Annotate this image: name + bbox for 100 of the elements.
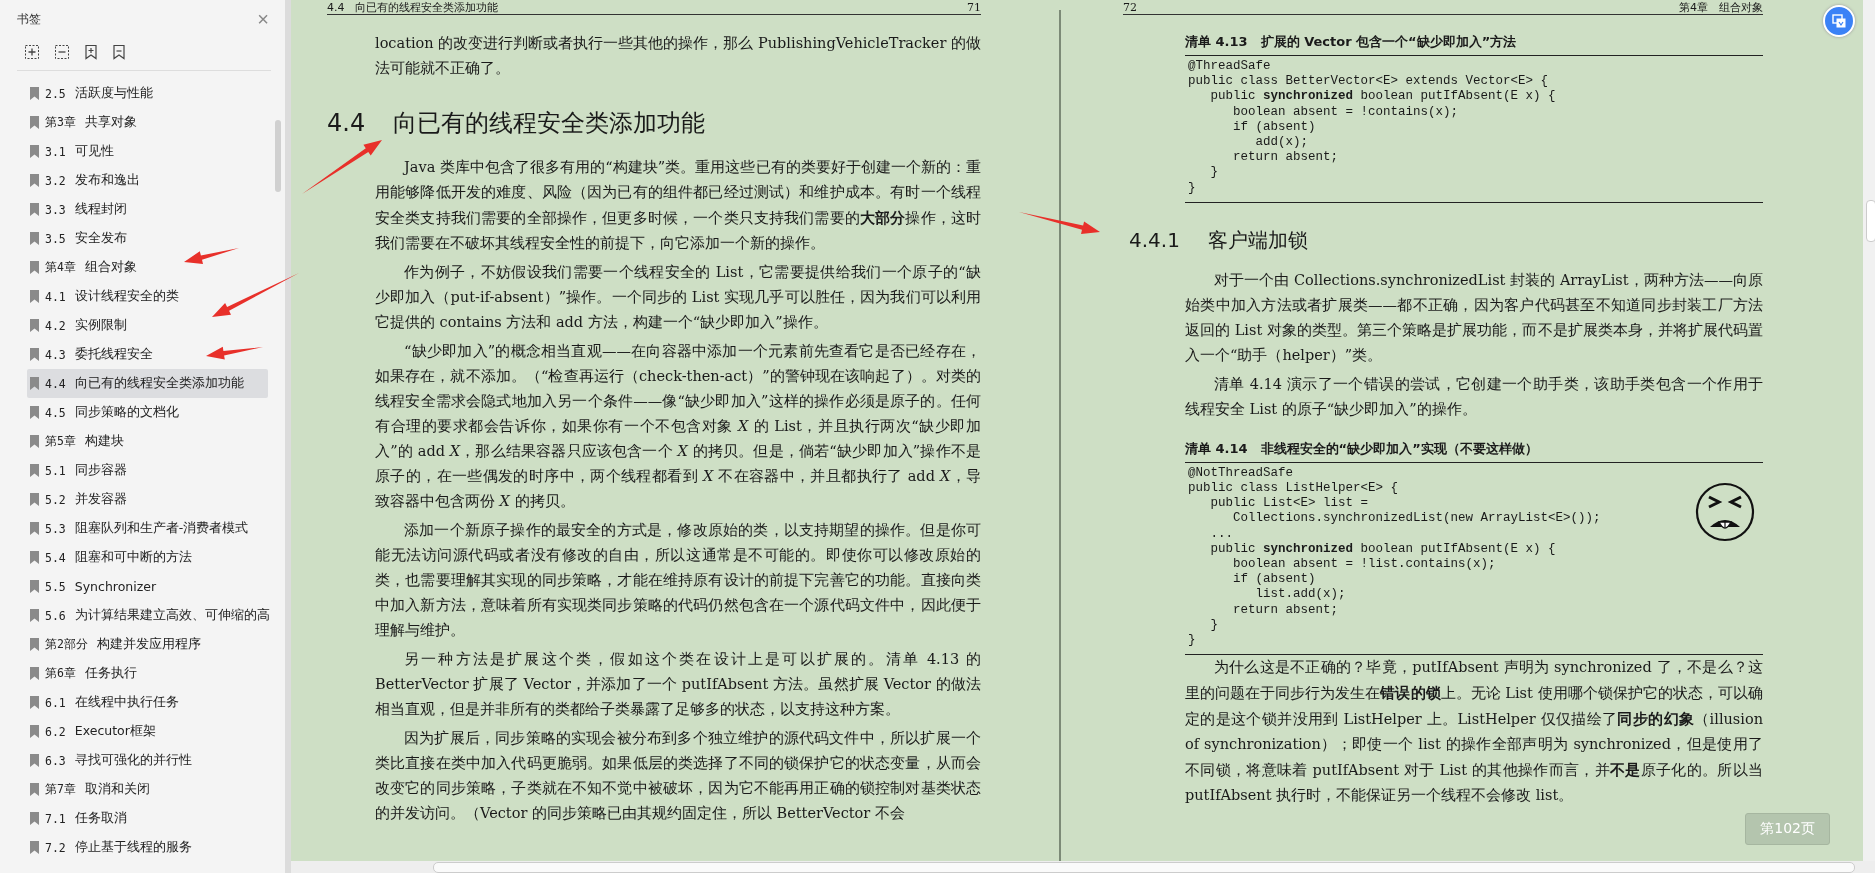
- bookmark-icon: [30, 696, 39, 709]
- running-header: 4.4 向已有的线程安全类添加功能: [327, 1, 499, 14]
- bookmark-icon: [30, 406, 39, 419]
- section-heading: 向已有的线程安全类添加功能: [393, 108, 706, 139]
- paragraph: 对于一个由 Collections.synchronizedList 封装的 ArrayList，两种方法——向原始类中加入方法或者扩展类——都不正确，因为客户代码甚至不知道同步封装工厂方法返回的 List 对象的类型。第三个策略是扩展功能，而不是扩展类本身，并将扩展代码置入一个“助手（helper）”类。: [1185, 270, 1763, 365]
- bookmark-icon: [30, 580, 39, 593]
- code-line: }: [1209, 617, 1219, 634]
- running-header: 第4章 组合对象: [1679, 1, 1763, 14]
- code-line: }: [1209, 165, 1219, 181]
- code-line: @ThreadSafe: [1188, 59, 1272, 75]
- code-line: if (absent): [1232, 119, 1317, 135]
- bookmark-item[interactable]: 5.3 阻塞队列和生产者-消费者模式: [27, 514, 268, 543]
- bookmark-icon: [30, 435, 39, 448]
- bookmark-icon: [30, 377, 39, 390]
- bookmark-item[interactable]: 6.3 寻找可强化的并行性: [27, 746, 268, 775]
- bookmark-item[interactable]: 3.3 线程封闭: [27, 195, 268, 224]
- bookmark-icon: [30, 783, 39, 796]
- code-line: return absent;: [1232, 150, 1340, 166]
- listing-caption: 清单 4.13 扩展的 Vector 包含一个“缺少即加入”方法: [1185, 33, 1763, 56]
- bookmark-item[interactable]: 3.2 发布和逸出: [27, 166, 268, 195]
- bookmark-icon: [30, 261, 39, 274]
- code-line: public List<E> list =: [1209, 496, 1370, 512]
- section-heading: 客户端加锁: [1207, 226, 1308, 254]
- bookmark-item[interactable]: 第4章 组合对象: [27, 253, 268, 282]
- paragraph: 因为扩展后，同步策略的实现会被分布到多个独立维护的源代码文件中，所以扩展一个类比直接在类中加入代码更脆弱。如果低层的类选择了不同的锁保护它的状态变量，从而会改变它的同步策略，子类就在不知不觉中被破坏，因为它不能再用正确的锁控制对基类状态的并发访问。（Vector 的同步策略已由其规约固定住，所以 BetterVector 不会: [375, 729, 981, 823]
- page-number: 72: [1123, 1, 1137, 14]
- bookmark-item[interactable]: 4.4 向已有的线程安全类添加功能: [27, 369, 268, 398]
- bookmark-item[interactable]: 第7章 取消和关闭: [27, 775, 268, 804]
- expand-all-icon[interactable]: [24, 44, 40, 60]
- add-bookmark-icon[interactable]: [84, 44, 98, 60]
- scrollbar-thumb[interactable]: [1866, 200, 1875, 242]
- paragraph: 作为例子，不妨假设我们需要一个线程安全的 List，它需要提供给我们一个原子的“缺少即加入（put-if-absent）”操作。一个同步的 List 实现几乎可以胜任，因为我们可以利用它提供的 contains 方法和 add 方法，构建一个“缺少即加入”操作。: [375, 263, 981, 332]
- bookmark-item[interactable]: 6.2 Executor框架: [27, 717, 268, 746]
- paragraph: Java 类库中包含了很多有用的“构建块”类。重用这些已有的类要好于创建一个新的：重用能够降低开发的难度、风险（因为已有的组件都已经过测试）和维护成本。有时一个线程安全类支持我们需要的全部操作，但更多时候，一个类只支持我们需要的大部分操作，这时我们需要在不破坏其线程安全性的前提下，向它添加一个新的操作。: [375, 158, 981, 253]
- panel-title: 书签: [17, 10, 41, 28]
- bookmark-icon: [30, 841, 39, 854]
- code-line: if (absent): [1232, 572, 1317, 588]
- bookmark-icon: [30, 812, 39, 825]
- bookmark-icon[interactable]: [112, 44, 126, 60]
- bookmark-item[interactable]: 4.2 实例限制: [27, 311, 268, 340]
- bookmark-icon: [30, 232, 39, 245]
- code-line: Collections.synchronizedList(new ArrayList<E>());: [1232, 511, 1601, 527]
- code-line: add(x);: [1254, 135, 1310, 151]
- bookmark-icon: [30, 174, 39, 187]
- annotation-arrow: [206, 346, 263, 360]
- bookmark-item[interactable]: 5.4 阻塞和可中断的方法: [27, 543, 268, 572]
- bookmark-item[interactable]: 2.5 活跃度与性能: [27, 79, 268, 108]
- bookmark-icon: [30, 551, 39, 564]
- code-line: public synchronized boolean putIfAbsent(E x) {: [1209, 89, 1556, 105]
- code-line: }: [1188, 633, 1197, 649]
- bookmark-item[interactable]: 6.1 在线程中执行任务: [27, 688, 268, 717]
- bookmark-icon: [30, 145, 39, 158]
- section-number: 4.4.1: [1129, 227, 1180, 252]
- paragraph: location 的改变进行判断或者执行一些其他的操作，那么 PublishingVehicleTracker 的做法可能就不正确了。: [375, 34, 981, 78]
- translate-icon[interactable]: [1823, 5, 1855, 37]
- code-line: }: [1188, 180, 1197, 196]
- bookmark-icon: [30, 522, 39, 535]
- bookmark-item[interactable]: 7.1 任务取消: [27, 804, 268, 833]
- paragraph: 清单 4.14 演示了一个错误的尝试，它创建一个助手类，该助手类包含一个作用于线程安全 List 的原子“缺少即加入”的操作。: [1185, 374, 1763, 419]
- bookmark-item[interactable]: 5.1 同步容器: [27, 456, 268, 485]
- bookmark-icon: [30, 290, 39, 303]
- bookmark-icon: [30, 203, 39, 216]
- paragraph: 添加一个新原子操作的最安全的方式是，修改原始的类，以支持期望的操作。但是你可能无法访问源代码或者没有修改的自由，所以这通常是不可能的。即使你可以修改原始的类，也需要理解其实现的同步策略，才能在维持原有设计的前提下完善它的功能。直接向类中加入新方法，意味着所有实现类同步策略的代码仍然包含在一个源代码文件中，因此便于理解与维护。: [375, 521, 981, 640]
- bookmark-item[interactable]: 第2部分 构建并发应用程序: [27, 630, 268, 659]
- annotation-arrow: [184, 248, 239, 264]
- bookmark-icon: [30, 754, 39, 767]
- paragraph: 为什么这是不正确的？毕竟，putIfAbsent 声明为 synchronized 了，不是么？这里的问题在于同步行为发生在错误的锁上。无论 List 使用哪个锁保护它的状态，可以确定的是这个锁并没用到 ListHelper 上。ListHelper 仅仅描绘了同步的幻象（illusion of synchronization）；即使一个 list 的操作全部声明为 synchronized，但是使用了不同锁，将意味着 putIfAbsent 对于 List 的其他操作而言，并不是原子化的。所以当 putIfAbsent 执行时，不能保证另一个线程不会修改 list。: [1185, 658, 1763, 806]
- bookmark-item[interactable]: 4.3 委托线程安全: [27, 340, 268, 369]
- bookmark-item[interactable]: 5.2 并发容器: [27, 485, 268, 514]
- paragraph: 另一种方法是扩展这个类，假如这个类在设计上是可以扩展的。清单 4.13 的 BetterVector 扩展了 Vector，并添加了一个 putIfAbsent 方法。虽然扩展 Vector 的做法相当直观，但是并非所有的类都给子类暴露了足够多的状态，以支持这种方案。: [375, 650, 981, 719]
- code-line: @NotThreadSafe: [1188, 465, 1295, 482]
- bookmark-item[interactable]: 第3章 共享对象: [27, 108, 268, 137]
- paragraph: “缺少即加入”的概念相当直观——在向容器中添加一个元素前先查看它是否已经存在，如果存在，就不添加。（“检查再运行（check-then-act）”的警钟现在该响起了）。对类的线程安全需求会隐式地加入另一个条件——像“缺少即加入”这样的操作必须是原子的。任何有合理的要求都会告诉你，如果你有一个不包含对象 X 的 List，并且执行两次“缺少即加入”的 add X，那么结果容器只应该包含一个 X 的拷贝。但是，倘若“缺少即加入”操作不是原子的，在一些偶发的时序中，两个线程都看到 X 不在容器中，并且都执行了 add X，导致容器中包含两份 X 的拷贝。: [375, 342, 981, 511]
- bookmark-item[interactable]: 5.5 Synchronizer: [27, 572, 268, 601]
- code-line: public class ListHelper<E> {: [1188, 481, 1400, 497]
- bookmark-icon: [30, 638, 39, 651]
- bookmark-item[interactable]: 3.5 安全发布: [27, 224, 268, 253]
- bookmark-item[interactable]: 第5章 构建块: [27, 427, 268, 456]
- bookmark-icon: [30, 319, 39, 332]
- page-number: 71: [967, 1, 981, 14]
- bookmark-icon: [30, 725, 39, 738]
- bookmark-icon: [30, 493, 39, 506]
- bookmark-item[interactable]: 4.5 同步策略的文档化: [27, 398, 268, 427]
- bookmark-icon: [30, 609, 39, 622]
- listing-caption: 清单 4.14 非线程安全的“缺少即加入”实现（不要这样做）: [1185, 439, 1763, 463]
- scrollbar-thumb[interactable]: [433, 862, 1855, 873]
- bookmark-icon: [30, 464, 39, 477]
- bookmark-icon: [30, 87, 39, 100]
- code-line: return absent;: [1232, 602, 1340, 618]
- code-line: ...: [1209, 526, 1234, 542]
- collapse-all-icon[interactable]: [54, 44, 70, 60]
- bookmark-item[interactable]: 5.6 为计算结果建立高效、可伸缩的高: [27, 601, 268, 630]
- scrollbar-thumb[interactable]: [275, 120, 281, 192]
- bookmark-item[interactable]: 第6章 任务执行: [27, 659, 268, 688]
- bookmark-item[interactable]: 7.2 停止基于线程的服务: [27, 833, 268, 862]
- code-line: boolean absent = !contains(x);: [1232, 104, 1460, 120]
- bookmark-icon: [30, 348, 39, 361]
- bookmark-item[interactable]: 4.1 设计线程安全的类: [27, 282, 268, 311]
- code-line: boolean absent = !list.contains(x);: [1232, 557, 1497, 573]
- bookmark-item[interactable]: 3.1 可见性: [27, 137, 268, 166]
